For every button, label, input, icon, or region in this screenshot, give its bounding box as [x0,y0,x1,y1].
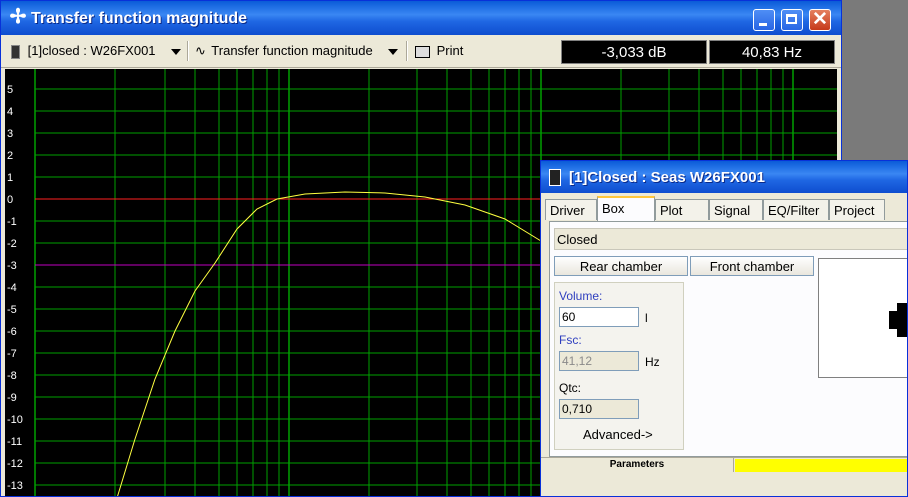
y-tick-label: -9 [7,392,17,404]
volume-label: Volume: [559,289,603,303]
project-select-label: [1]closed : W26FX001 [27,43,156,58]
app-icon: ✢ [9,6,27,28]
qtc-field: 0,710 [559,399,639,419]
y-tick-label: -5 [7,304,17,316]
y-tick-label: -8 [7,370,17,382]
print-button[interactable]: Print [415,41,463,61]
y-tick-label: -3 [7,260,17,272]
y-tick-label: 1 [7,172,13,184]
waveform-icon: ∿ [195,43,206,58]
fsc-label: Fsc: [559,333,582,347]
close-icon: ✕ [812,9,828,30]
rear-chamber-button[interactable]: Rear chamber [554,256,688,276]
y-tick-label: -11 [7,436,22,448]
chevron-down-icon [171,48,182,55]
y-tick-label: -4 [7,282,17,294]
y-tick-label: 0 [7,194,13,206]
toolbar-divider [187,41,189,61]
minimize-button[interactable] [753,9,775,31]
driver-preview-graphic [889,303,907,337]
qtc-label: Qtc: [559,381,582,395]
toolbar: [1]closed : W26FX001 ∿ Transfer function… [1,35,841,68]
parameters-status: Parameters [541,458,734,472]
window-title: Transfer function magnitude [31,10,248,27]
status-progress-fill [735,459,907,472]
project-select[interactable]: [1]closed : W26FX001 [11,41,182,61]
print-label: Print [436,43,464,58]
y-tick-label: -2 [7,238,17,250]
box-settings-dialog: [1]Closed : Seas W26FX001 Driver Box Plo… [540,160,908,497]
transfer-function-curve [117,191,566,496]
volume-input[interactable]: 60 [559,307,639,327]
y-tick-label: 2 [7,150,13,162]
y-tick-label: 5 [7,84,13,96]
tab-project[interactable]: Project [829,199,885,220]
graph-select-label: Transfer function magnitude [211,43,373,58]
front-chamber-button[interactable]: Front chamber [690,256,814,276]
hz-readout: 40,83 Hz [709,40,835,64]
speaker-icon [11,44,20,59]
tab-eq-filter[interactable]: EQ/Filter [763,199,829,220]
rear-chamber-group: Volume: 60 l Fsc: 41,12 Hz Qtc: 0,710 Ad… [554,282,684,450]
toolbar-divider [406,41,408,61]
close-button[interactable]: ✕ [809,9,831,31]
maximize-button[interactable] [781,9,803,31]
y-tick-label: -7 [7,348,17,360]
db-readout: -3,033 dB [561,40,707,64]
y-tick-label: -13 [7,480,23,492]
printer-icon [415,45,430,58]
y-tick-label: -10 [7,414,23,426]
y-tick-label: -1 [7,216,17,228]
dialog-statusbar: Parameters [541,457,907,474]
driver-preview-cone [889,311,899,329]
y-tick-label: -12 [7,458,23,470]
tab-box[interactable]: Box [597,196,655,221]
tab-signal[interactable]: Signal [709,199,763,220]
graph-select[interactable]: ∿ Transfer function magnitude [195,41,399,61]
box-preview [818,258,907,378]
tab-plot[interactable]: Plot [655,199,709,220]
y-tick-label: 4 [7,106,13,118]
tab-driver[interactable]: Driver [545,199,597,220]
fsc-field: 41,12 [559,351,639,371]
y-tick-label: -6 [7,326,17,338]
speaker-icon [549,169,561,186]
y-tick-label: 3 [7,128,13,140]
box-type-field[interactable]: Closed [554,228,907,250]
chevron-down-icon [388,48,399,55]
fsc-unit: Hz [645,355,660,369]
volume-unit: l [645,311,648,325]
advanced-button[interactable]: Advanced-> [583,427,653,442]
window-titlebar[interactable]: ✢ Transfer function magnitude ✕ [1,1,841,35]
box-tab-panel: Closed Rear chamber Front chamber Volume… [549,221,907,457]
dialog-titlebar[interactable]: [1]Closed : Seas W26FX001 [541,161,907,193]
dialog-title: [1]Closed : Seas W26FX001 [569,169,765,186]
